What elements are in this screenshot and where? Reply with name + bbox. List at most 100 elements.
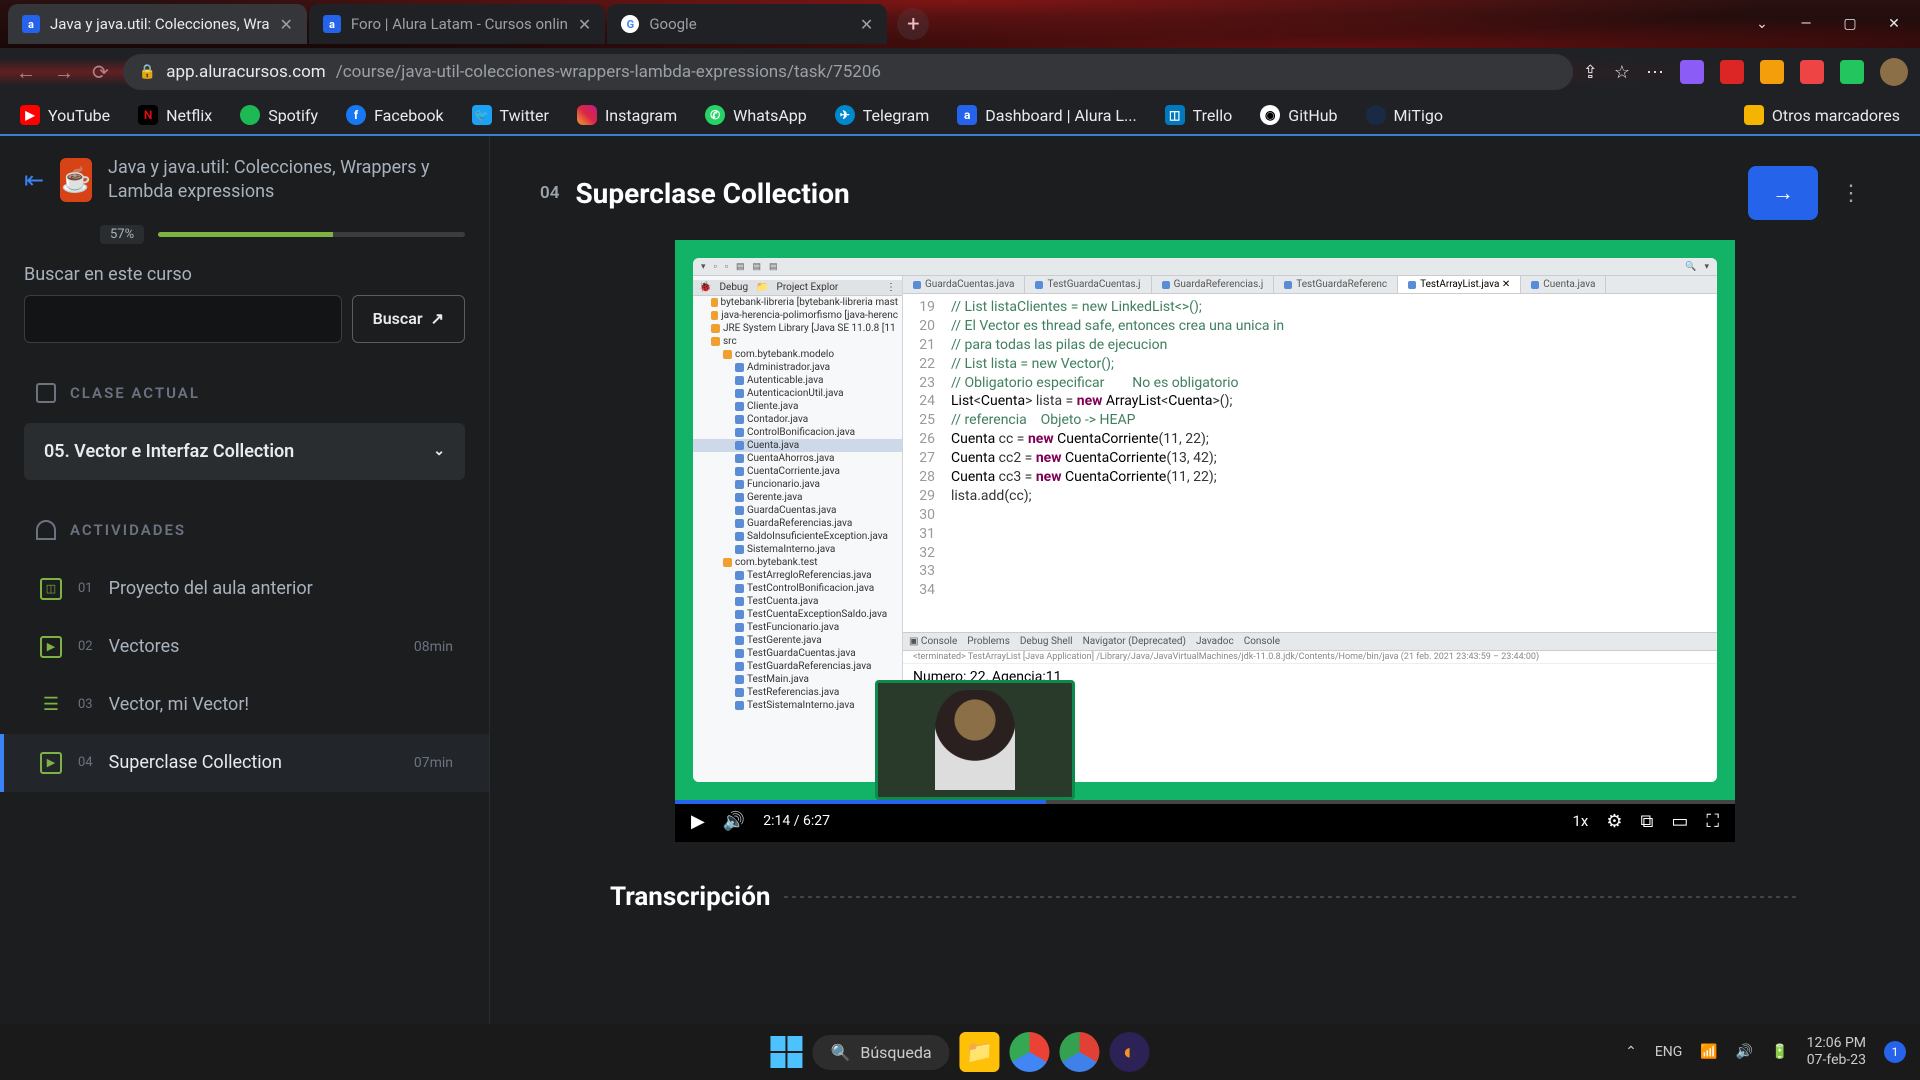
tab-alura-course[interactable]: a Java y java.util: Colecciones, Wra ✕ xyxy=(8,4,307,44)
bookmark-instagram[interactable]: Instagram xyxy=(577,105,677,125)
profile-avatar[interactable] xyxy=(1880,58,1908,86)
book-icon xyxy=(36,383,56,403)
share-icon[interactable]: ⇪ xyxy=(1583,62,1598,83)
other-bookmarks[interactable]: Otros marcadores xyxy=(1744,105,1900,125)
video-progress-bar[interactable] xyxy=(675,800,1735,804)
course-search-input[interactable] xyxy=(24,295,342,343)
new-tab-button[interactable]: + xyxy=(897,8,929,40)
whatsapp-icon: ✆ xyxy=(705,105,725,125)
theater-icon[interactable]: ▭ xyxy=(1671,811,1688,832)
extension-icon[interactable] xyxy=(1680,60,1704,84)
forward-icon[interactable]: → xyxy=(50,60,78,85)
maximize-icon[interactable]: ▢ xyxy=(1840,16,1860,32)
close-window-icon[interactable]: ✕ xyxy=(1884,16,1904,32)
bookmark-spotify[interactable]: Spotify xyxy=(240,105,318,125)
search-icon: 🔍 xyxy=(830,1043,850,1062)
youtube-icon: ▶ xyxy=(20,105,40,125)
extension-icon[interactable] xyxy=(1720,60,1744,84)
bookmark-whatsapp[interactable]: ✆WhatsApp xyxy=(705,105,807,125)
more-menu-icon[interactable]: ⋮ xyxy=(1832,181,1870,206)
window-controls: ⌄ — ▢ ✕ xyxy=(1752,16,1912,32)
activity-proyecto[interactable]: ◫ 01 Proyecto del aula anterior xyxy=(0,560,489,618)
extension-icon[interactable] xyxy=(1840,60,1864,84)
tab-google[interactable]: G Google ✕ xyxy=(607,4,887,44)
back-to-courses-icon[interactable]: ⇤ xyxy=(24,166,44,194)
chrome-icon[interactable] xyxy=(1010,1032,1050,1072)
search-label: Buscar en este curso xyxy=(0,264,489,285)
start-button[interactable] xyxy=(770,1036,802,1068)
extension-icon[interactable] xyxy=(1800,60,1824,84)
search-button[interactable]: Buscar ↗ xyxy=(352,295,465,343)
settings-icon[interactable]: ⚙ xyxy=(1606,811,1622,832)
alura-favicon: a xyxy=(22,15,40,33)
spotify-icon xyxy=(240,105,260,125)
chevron-down-icon[interactable]: ⌄ xyxy=(1752,16,1772,32)
bookmark-star-icon[interactable]: ☆ xyxy=(1614,62,1630,83)
next-lesson-button[interactable]: → xyxy=(1748,166,1818,220)
instagram-icon xyxy=(577,105,597,125)
bookmark-facebook[interactable]: fFacebook xyxy=(346,105,443,125)
back-icon[interactable]: ← xyxy=(12,60,40,85)
lesson-title: Superclase Collection xyxy=(575,177,849,210)
github-icon: ◉ xyxy=(1260,105,1280,125)
eclipse-icon[interactable]: ◐ xyxy=(1110,1032,1150,1072)
flask-icon xyxy=(36,520,56,540)
video-icon: ▶ xyxy=(40,752,62,774)
pip-icon[interactable]: ⧉ xyxy=(1641,811,1654,832)
bookmark-trello[interactable]: ◫Trello xyxy=(1165,105,1233,125)
url-path: /course/java-util-colecciones-wrappers-l… xyxy=(336,62,881,82)
language-indicator[interactable]: ENG xyxy=(1655,1044,1682,1060)
video-controls: ▶ 🔊 2:14 / 6:27 1x ⚙ ⧉ ▭ ⛶ xyxy=(675,800,1735,842)
alura-favicon: a xyxy=(323,15,341,33)
volume-icon[interactable]: 🔊 xyxy=(1736,1044,1753,1060)
video-icon: ▶ xyxy=(40,636,62,658)
play-button[interactable]: ▶ xyxy=(691,811,705,832)
chrome-canary-icon[interactable] xyxy=(1060,1032,1100,1072)
bookmark-alura[interactable]: aDashboard | Alura L... xyxy=(957,105,1136,125)
transcript-heading: Transcripción xyxy=(610,882,1800,912)
facebook-icon: f xyxy=(346,105,366,125)
taskbar-search[interactable]: 🔍Búsqueda xyxy=(812,1035,949,1070)
activity-vectores[interactable]: ▶ 02 Vectores 08min xyxy=(0,618,489,676)
fullscreen-icon[interactable]: ⛶ xyxy=(1706,811,1719,832)
progress-bar xyxy=(158,232,465,237)
external-link-icon: ↗ xyxy=(431,309,444,328)
bookmark-telegram[interactable]: ✈Telegram xyxy=(835,105,929,125)
close-tab-icon[interactable]: ✕ xyxy=(578,15,591,34)
reload-icon[interactable]: ⟳ xyxy=(88,60,113,84)
bookmark-github[interactable]: ◉GitHub xyxy=(1260,105,1337,125)
activity-superclase-collection[interactable]: ▶ 04 Superclase Collection 07min xyxy=(0,734,489,792)
lesson-number: 04 xyxy=(540,183,559,203)
wifi-icon[interactable]: 📶 xyxy=(1700,1044,1717,1060)
close-tab-icon[interactable]: ✕ xyxy=(280,15,293,34)
project-icon: ◫ xyxy=(40,578,62,600)
bookmark-mitigo[interactable]: MiTigo xyxy=(1366,105,1443,125)
mitigo-icon xyxy=(1366,105,1386,125)
volume-icon[interactable]: 🔊 xyxy=(723,811,745,832)
bookmark-twitter[interactable]: 🐦Twitter xyxy=(472,105,549,125)
activity-vector-mi-vector[interactable]: ☰ 03 Vector, mi Vector! xyxy=(0,676,489,734)
alura-icon: a xyxy=(957,105,977,125)
chevron-down-icon: ⌄ xyxy=(433,443,445,459)
bookmark-netflix[interactable]: NNetflix xyxy=(138,105,212,125)
notification-badge[interactable]: 1 xyxy=(1884,1041,1906,1063)
content-area: 04 Superclase Collection → ⋮ ▾▫▫▤▤▤🔍▾ 🐞D… xyxy=(490,136,1920,1024)
close-tab-icon[interactable]: ✕ xyxy=(860,15,873,34)
ide-screenshot: ▾▫▫▤▤▤🔍▾ 🐞Debug📁Project Explor⋮ bytebank… xyxy=(693,258,1717,782)
trello-icon: ◫ xyxy=(1165,105,1185,125)
battery-icon[interactable]: 🔋 xyxy=(1771,1044,1788,1060)
extensions-icon[interactable]: ⋯ xyxy=(1646,62,1664,83)
course-icon: ☕ xyxy=(60,158,92,202)
file-explorer-icon[interactable]: 📁 xyxy=(960,1032,1000,1072)
clock[interactable]: 12:06 PM 07-feb-23 xyxy=(1807,1035,1866,1069)
tab-alura-foro[interactable]: a Foro | Alura Latam - Cursos onlin ✕ xyxy=(309,4,605,44)
chapter-dropdown[interactable]: 05. Vector e Interfaz Collection ⌄ xyxy=(24,423,465,480)
course-sidebar: ⇤ ☕ Java y java.util: Colecciones, Wrapp… xyxy=(0,136,490,1024)
playback-speed[interactable]: 1x xyxy=(1573,812,1589,830)
bookmark-youtube[interactable]: ▶YouTube xyxy=(20,105,110,125)
minimize-icon[interactable]: — xyxy=(1796,16,1816,32)
address-bar: ← → ⟳ 🔒 app.aluracursos.com/course/java-… xyxy=(0,48,1920,96)
extension-icon[interactable] xyxy=(1760,60,1784,84)
url-input[interactable]: 🔒 app.aluracursos.com/course/java-util-c… xyxy=(123,54,1573,90)
tray-chevron-icon[interactable]: ⌃ xyxy=(1625,1044,1637,1060)
